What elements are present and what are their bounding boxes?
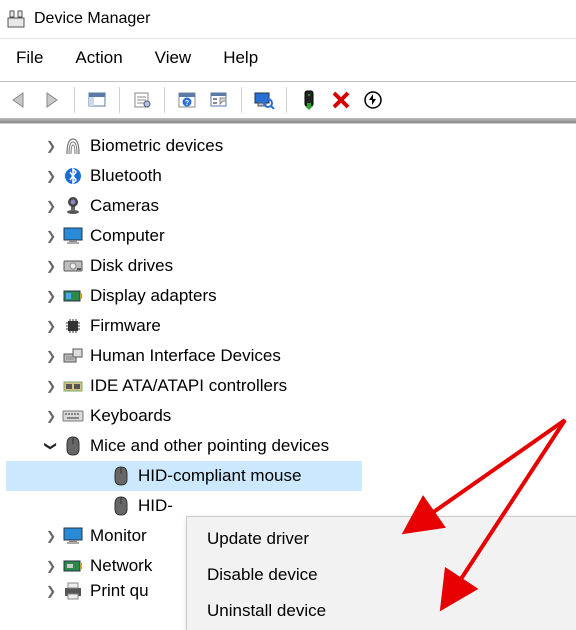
menu-bar: File Action View Help — [0, 39, 576, 79]
tree-node-hid-mouse-1[interactable]: ❯ HID-compliant mouse — [6, 461, 362, 491]
collapse-arrow-icon[interactable]: ❯ — [44, 439, 58, 453]
back-button[interactable] — [5, 86, 35, 114]
tree-node-display[interactable]: ❯ Display adapters — [6, 281, 576, 311]
expand-arrow-icon[interactable]: ❯ — [44, 289, 58, 303]
menu-action[interactable]: Action — [75, 48, 122, 68]
monitor-icon — [62, 225, 84, 247]
tree-node-label: Keyboards — [90, 406, 171, 426]
disable-device-toolbar-button[interactable] — [358, 86, 388, 114]
menu-help[interactable]: Help — [223, 48, 258, 68]
ide-icon — [62, 375, 84, 397]
menu-file[interactable]: File — [16, 48, 43, 68]
ctx-uninstall-device[interactable]: Uninstall device — [187, 593, 576, 629]
tree-node-label: Bluetooth — [90, 166, 162, 186]
keyboard-icon — [62, 405, 84, 427]
tree-node-label: Disk drives — [90, 256, 173, 276]
tree-node-computer[interactable]: ❯ Computer — [6, 221, 576, 251]
tree-node-biometric[interactable]: ❯ Biometric devices — [6, 131, 576, 161]
tree-node-keyboards[interactable]: ❯ Keyboards — [6, 401, 576, 431]
chip-icon — [62, 315, 84, 337]
tree-node-firmware[interactable]: ❯ Firmware — [6, 311, 576, 341]
tree-node-label: HID- — [138, 496, 173, 516]
toolbar: ? — [0, 82, 576, 118]
display-adapter-icon — [62, 285, 84, 307]
fingerprint-icon — [62, 135, 84, 157]
menu-view[interactable]: View — [155, 48, 192, 68]
tree-node-label: Print qu — [90, 581, 149, 601]
tree-node-label: Firmware — [90, 316, 161, 336]
expand-arrow-icon[interactable]: ❯ — [44, 349, 58, 363]
expand-arrow-icon[interactable]: ❯ — [44, 139, 58, 153]
window-title: Device Manager — [34, 10, 151, 28]
expand-arrow-icon[interactable]: ❯ — [44, 259, 58, 273]
forward-button[interactable] — [37, 86, 67, 114]
mouse-icon — [110, 465, 132, 487]
tree-node-label: Cameras — [90, 196, 159, 216]
network-icon — [62, 555, 84, 577]
monitor-icon — [62, 525, 84, 547]
mouse-icon — [110, 495, 132, 517]
mouse-icon — [62, 435, 84, 457]
uninstall-device-toolbar-button[interactable] — [326, 86, 356, 114]
properties-button[interactable] — [127, 86, 157, 114]
tree-node-mice[interactable]: ❯ Mice and other pointing devices — [6, 431, 576, 461]
help-button[interactable]: ? — [172, 86, 202, 114]
tree-node-label: HID-compliant mouse — [138, 466, 307, 486]
printer-icon — [62, 581, 84, 601]
title-bar: Device Manager — [0, 0, 576, 39]
expand-arrow-icon[interactable]: ❯ — [44, 319, 58, 333]
tree-node-label: Monitor — [90, 526, 147, 546]
show-hide-console-button[interactable] — [82, 86, 112, 114]
ctx-disable-device[interactable]: Disable device — [187, 557, 576, 593]
tree-node-ide[interactable]: ❯ IDE ATA/ATAPI controllers — [6, 371, 576, 401]
tree-node-label: IDE ATA/ATAPI controllers — [90, 376, 287, 396]
tree-node-label: Human Interface Devices — [90, 346, 281, 366]
tree-node-label: Network — [90, 556, 152, 576]
app-icon — [6, 9, 26, 29]
expand-arrow-icon[interactable]: ❯ — [44, 529, 58, 543]
tree-node-disk[interactable]: ❯ Disk drives — [6, 251, 576, 281]
svg-text:?: ? — [185, 100, 189, 107]
camera-icon — [62, 195, 84, 217]
tree-node-label: Display adapters — [90, 286, 217, 306]
tree-node-hid[interactable]: ❯ Human Interface Devices — [6, 341, 576, 371]
tree-node-label: Computer — [90, 226, 165, 246]
context-menu: Update driver Disable device Uninstall d… — [186, 516, 576, 630]
action-list-button[interactable] — [204, 86, 234, 114]
expand-arrow-icon[interactable]: ❯ — [44, 169, 58, 183]
ctx-update-driver[interactable]: Update driver — [187, 521, 576, 557]
tree-node-label: Biometric devices — [90, 136, 223, 156]
expand-arrow-icon[interactable]: ❯ — [44, 379, 58, 393]
tree-node-label: Mice and other pointing devices — [90, 436, 329, 456]
bluetooth-icon — [62, 165, 84, 187]
tree-node-cameras[interactable]: ❯ Cameras — [6, 191, 576, 221]
hid-icon — [62, 345, 84, 367]
expand-arrow-icon[interactable]: ❯ — [44, 559, 58, 573]
expand-arrow-icon[interactable]: ❯ — [44, 584, 58, 598]
expand-arrow-icon[interactable]: ❯ — [44, 409, 58, 423]
expand-arrow-icon[interactable]: ❯ — [44, 199, 58, 213]
expand-arrow-icon[interactable]: ❯ — [44, 229, 58, 243]
scan-hardware-button[interactable] — [249, 86, 279, 114]
disk-icon — [62, 255, 84, 277]
update-driver-toolbar-button[interactable] — [294, 86, 324, 114]
tree-node-bluetooth[interactable]: ❯ Bluetooth — [6, 161, 576, 191]
